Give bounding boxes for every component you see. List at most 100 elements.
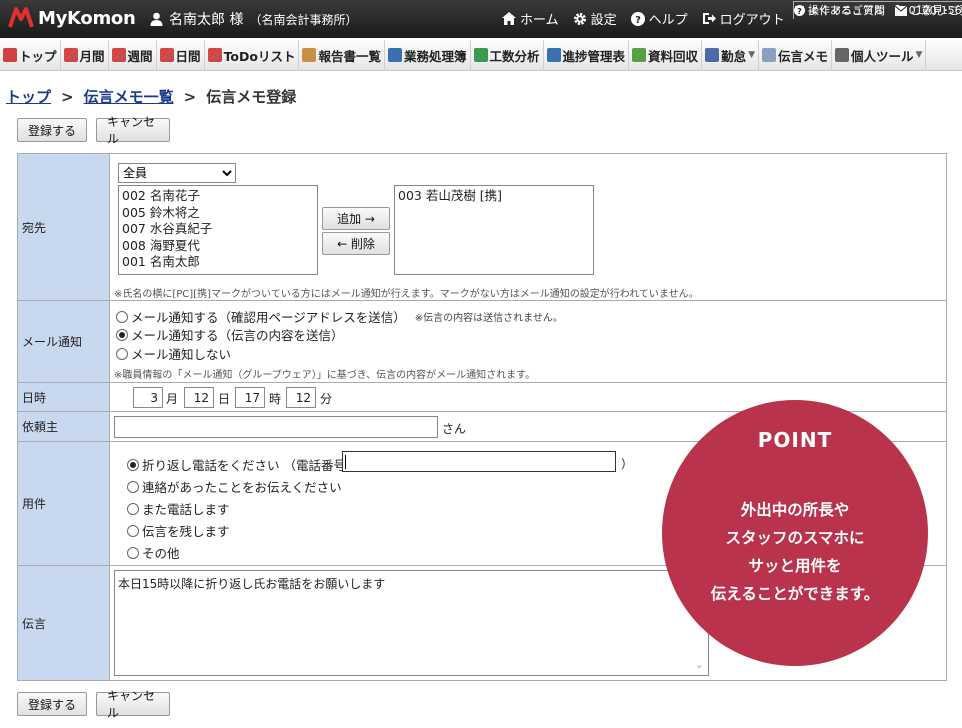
menu-item[interactable]: 業務処理簿 — [385, 39, 471, 71]
menu-item-label: 伝言メモ — [778, 48, 829, 64]
point-title: POINT — [757, 428, 833, 452]
purpose-option-2-label: 連絡があったことをお伝えください — [142, 480, 342, 495]
point-line: スタッフのスマホに — [725, 529, 865, 547]
to-note: ※氏名の横に[PC][携]マークがついている方にはメール通知が行えます。マークが… — [114, 289, 699, 300]
form-row-mail: メール通知 メール通知する（確認用ページアドレスを送信） ※伝言の内容は送信され… — [17, 300, 947, 382]
chevron-down-icon: ⌄ — [694, 658, 704, 671]
month-unit: 月 — [166, 392, 179, 406]
nav-help[interactable]: ? ヘルプ — [630, 9, 688, 28]
menu-item-label: 月間 — [79, 48, 105, 64]
nav-settings-label: 設定 — [590, 13, 617, 28]
phone-close-paren: ） — [621, 457, 634, 471]
radio-button[interactable] — [116, 328, 128, 341]
cancel-button-top[interactable]: キャンセル — [96, 115, 170, 146]
mail-option-3[interactable]: メール通知しない — [116, 344, 231, 363]
point-callout: POINT 外出中の所長や スタッフのスマホに サッと用件を 伝えることができま… — [662, 400, 928, 666]
menu-item-icon — [632, 48, 647, 62]
menu-item-label: ToDoリスト — [223, 48, 296, 64]
candidate-listbox[interactable]: 002 名南花子 005 鈴木将之 007 水谷真紀子 008 海野夏代 001 名南太… — [118, 185, 318, 275]
mail-option-2[interactable]: メール通知する（伝言の内容を送信） — [116, 325, 344, 344]
menu-item-label: 日間 — [175, 48, 201, 64]
radio-button[interactable] — [127, 546, 139, 559]
radio-button[interactable] — [127, 524, 139, 537]
menu-item[interactable]: 工数分析 — [471, 39, 544, 71]
selected-listbox[interactable]: 003 若山茂樹 [携] — [394, 185, 594, 275]
hour-input[interactable]: 17 — [235, 387, 265, 408]
menu-item[interactable]: 週間 — [109, 39, 157, 71]
radio-button[interactable] — [116, 310, 128, 323]
logo-text: MyKomon — [38, 7, 136, 29]
mail-label: メール通知 — [18, 301, 110, 382]
candidate-option[interactable]: 001 名南太郎 — [122, 254, 314, 271]
main-menu: トップ 月間 週間 日間 ToDoリスト 報告書一覧 業務処理簿 工数分析 進捗管理表 資料回収勤… — [0, 39, 962, 71]
message-text: 本日15時以降に折り返し氏お電話をお願いします — [118, 577, 386, 591]
menu-item-icon — [207, 48, 222, 62]
group-select[interactable]: 全員 — [118, 163, 236, 183]
svg-text:?: ? — [635, 15, 641, 26]
selected-recipient-option[interactable]: 003 若山茂樹 [携] — [398, 188, 590, 205]
purpose-option-5-label: その他 — [142, 546, 180, 561]
to-label: 宛先 — [18, 154, 110, 301]
menu-item[interactable]: 個人ツール ▼ — [832, 39, 927, 71]
text-cursor — [345, 455, 346, 469]
purpose-option-4[interactable]: 伝言を残します — [127, 521, 230, 540]
mail-option-3-label: メール通知しない — [131, 347, 232, 362]
purpose-option-1[interactable]: 折り返し電話をください （電話番号： — [127, 455, 358, 474]
feedback-link[interactable]: ご意見･ご要望 — [895, 2, 962, 19]
nav-home[interactable]: ホーム — [502, 9, 559, 28]
menu-item[interactable]: トップ — [0, 39, 61, 71]
cancel-button-bottom[interactable]: キャンセル — [96, 689, 170, 720]
menu-item-label: トップ — [19, 48, 57, 64]
purpose-option-4-label: 伝言を残します — [142, 524, 230, 539]
requester-input[interactable] — [114, 416, 438, 438]
radio-button[interactable] — [116, 347, 128, 360]
menu-item-label: 週間 — [127, 48, 153, 64]
radio-button[interactable] — [127, 502, 139, 515]
register-button-top[interactable]: 登録する — [17, 118, 87, 142]
menu-item-label: 工数分析 — [489, 48, 540, 64]
purpose-option-5[interactable]: その他 — [127, 543, 180, 562]
menu-item[interactable]: 勤怠 ▼ — [702, 39, 759, 71]
candidate-option[interactable]: 002 名南花子 — [122, 188, 314, 205]
mail-option-1[interactable]: メール通知する（確認用ページアドレスを送信） ※伝言の内容は送信されません。 — [116, 307, 563, 326]
purpose-option-3[interactable]: また電話します — [127, 499, 230, 518]
remove-button[interactable]: ← 削除 — [322, 232, 390, 255]
mykomon-logo-icon — [8, 7, 34, 28]
top-nav: ホーム 設定 ? ヘルプ ログアウト — [502, 9, 785, 28]
purpose-option-2[interactable]: 連絡があったことをお伝えください — [127, 477, 342, 496]
message-textarea[interactable]: 本日15時以降に折り返し氏お電話をお願いします ⌄ — [114, 570, 709, 676]
faq-link[interactable]: ? よくあるご質問 — [794, 2, 885, 19]
menu-item-label: 進捗管理表 — [562, 48, 626, 64]
nav-logout[interactable]: ログアウト — [702, 9, 785, 28]
menu-item[interactable]: 報告書一覧 — [299, 39, 385, 71]
mail-icon — [895, 5, 907, 16]
add-button[interactable]: 追加 → — [322, 207, 390, 230]
menu-item[interactable]: 資料回収 — [629, 39, 703, 71]
candidate-option[interactable]: 007 水谷真紀子 — [122, 221, 314, 238]
register-button-bottom[interactable]: 登録する — [17, 692, 87, 716]
candidate-option[interactable]: 008 海野夏代 — [122, 238, 314, 255]
menu-item[interactable]: 日間 — [157, 39, 205, 71]
breadcrumb-top-link[interactable]: トップ — [6, 86, 51, 107]
menu-item[interactable]: 伝言メモ — [759, 39, 833, 71]
logo[interactable]: MyKomon — [8, 5, 136, 31]
candidate-option[interactable]: 005 鈴木将之 — [122, 205, 314, 222]
menu-item[interactable]: 月間 — [61, 39, 109, 71]
day-input[interactable]: 12 — [184, 387, 214, 408]
breadcrumb-list-link[interactable]: 伝言メモ一覧 — [84, 86, 174, 107]
radio-button[interactable] — [127, 458, 139, 471]
menu-item-icon — [473, 48, 488, 62]
breadcrumb-current: 伝言メモ登録 — [206, 88, 297, 106]
phone-number-input[interactable] — [342, 451, 616, 472]
month-input[interactable]: 3 — [133, 387, 163, 408]
menu-item-label: 業務処理簿 — [404, 48, 467, 64]
caret-down-icon: ▼ — [915, 50, 923, 60]
radio-button[interactable] — [127, 480, 139, 493]
menu-item[interactable]: ToDoリスト — [205, 39, 300, 71]
menu-item-label: 報告書一覧 — [318, 48, 381, 64]
minute-input[interactable]: 12 — [286, 387, 316, 408]
mail-cell: メール通知する（確認用ページアドレスを送信） ※伝言の内容は送信されません。 メ… — [111, 301, 946, 382]
nav-settings[interactable]: 設定 — [573, 9, 617, 28]
menu-item[interactable]: 進捗管理表 — [544, 39, 630, 71]
menu-item-icon — [3, 48, 17, 62]
